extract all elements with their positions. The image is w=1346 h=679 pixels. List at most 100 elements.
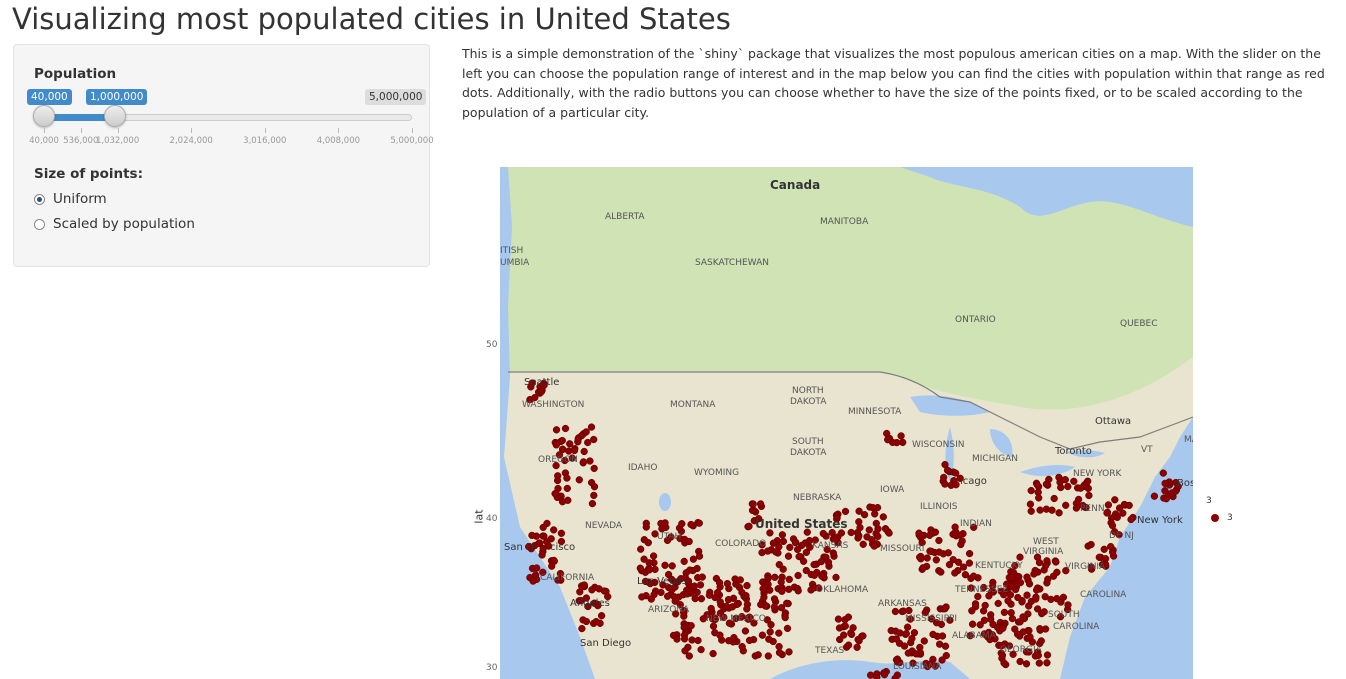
city-point bbox=[1072, 504, 1081, 512]
city-point bbox=[709, 649, 717, 658]
slider-handle-low[interactable] bbox=[33, 105, 55, 127]
city-point bbox=[574, 435, 582, 443]
population-label: Population bbox=[34, 66, 117, 82]
city-point bbox=[1026, 500, 1035, 508]
slider-tick-label: 3,016,000 bbox=[243, 136, 287, 146]
city-point bbox=[779, 537, 788, 546]
city-point bbox=[695, 519, 703, 527]
city-point bbox=[724, 595, 733, 604]
map-label-seattle: Seattle bbox=[524, 377, 559, 388]
map-label-manitoba: MANITOBA bbox=[820, 217, 869, 227]
city-point bbox=[1113, 513, 1121, 522]
city-point bbox=[941, 642, 950, 650]
city-point bbox=[942, 603, 950, 611]
city-point bbox=[1104, 501, 1113, 509]
city-point bbox=[772, 548, 780, 556]
city-point bbox=[794, 587, 802, 595]
city-point bbox=[673, 635, 681, 643]
city-point bbox=[865, 526, 873, 534]
city-point bbox=[1061, 476, 1069, 484]
city-point bbox=[916, 649, 925, 657]
city-point bbox=[1064, 482, 1072, 491]
slider-tick-label: 5,000,000 bbox=[390, 136, 434, 146]
city-point bbox=[693, 564, 701, 573]
city-point bbox=[1045, 475, 1053, 484]
city-point bbox=[1150, 492, 1159, 500]
map-label-missouri: MISSOURI bbox=[880, 544, 924, 554]
city-point bbox=[1030, 570, 1038, 578]
city-point bbox=[595, 585, 603, 593]
city-point bbox=[926, 547, 934, 555]
city-point bbox=[951, 569, 959, 577]
city-point bbox=[783, 599, 791, 607]
city-point bbox=[1115, 504, 1124, 512]
city-point bbox=[587, 478, 596, 487]
city-point bbox=[640, 555, 648, 563]
city-point bbox=[590, 491, 598, 500]
city-point bbox=[869, 504, 877, 512]
slider-tick bbox=[412, 128, 413, 133]
city-point bbox=[969, 572, 978, 580]
city-point bbox=[849, 624, 857, 632]
city-point bbox=[981, 601, 989, 610]
slider-tick bbox=[191, 128, 193, 133]
city-point bbox=[855, 507, 863, 515]
city-point bbox=[952, 481, 960, 489]
map-label-new-mexico: NEW MEXICO bbox=[706, 614, 766, 624]
city-point bbox=[705, 591, 714, 599]
city-point bbox=[1023, 573, 1031, 581]
city-point bbox=[532, 575, 541, 584]
map-label-texas: TEXAS bbox=[814, 646, 845, 656]
city-point bbox=[1043, 579, 1051, 587]
city-point bbox=[786, 543, 794, 552]
map-label-georgia: GEORGIA bbox=[1000, 645, 1043, 655]
radio-scaled-by-population[interactable]: Scaled by population bbox=[34, 216, 195, 232]
city-point bbox=[942, 651, 950, 660]
city-point bbox=[587, 423, 596, 431]
city-point bbox=[1076, 484, 1085, 492]
map-label-chicago: icago bbox=[960, 476, 987, 487]
city-point bbox=[952, 469, 960, 477]
city-point bbox=[649, 552, 658, 560]
map-label-colorado: COLORADO bbox=[715, 539, 766, 549]
city-point bbox=[760, 593, 768, 601]
city-point bbox=[994, 599, 1002, 608]
city-point bbox=[873, 673, 881, 679]
city-point bbox=[558, 445, 567, 453]
city-point bbox=[1014, 593, 1022, 602]
city-point bbox=[1087, 540, 1095, 549]
map-label-south-dakota-1: SOUTH bbox=[792, 437, 824, 447]
city-point bbox=[730, 633, 738, 642]
city-point bbox=[941, 480, 949, 488]
city-point bbox=[1062, 501, 1070, 509]
radio-button-checked-icon[interactable] bbox=[34, 193, 45, 205]
city-point bbox=[695, 552, 704, 560]
map-label-indiana: INDIAN bbox=[960, 519, 992, 529]
city-point bbox=[694, 636, 702, 645]
map-label-tennessee: TENNESSEE bbox=[954, 585, 1008, 595]
city-point bbox=[715, 578, 724, 587]
city-point bbox=[680, 557, 688, 566]
slider-handle-high[interactable] bbox=[104, 105, 127, 127]
map-label-montana: MONTANA bbox=[670, 400, 716, 410]
city-point bbox=[636, 564, 644, 572]
map-label-penn: PENN bbox=[1080, 504, 1105, 514]
city-point bbox=[819, 529, 827, 538]
city-point bbox=[903, 623, 912, 631]
city-point bbox=[764, 652, 772, 660]
y-tick-label: 50 bbox=[486, 340, 498, 350]
city-point bbox=[791, 538, 800, 547]
city-point bbox=[533, 564, 541, 572]
slider-tick bbox=[80, 128, 82, 133]
y-tick-label: 30 bbox=[486, 663, 498, 673]
city-point bbox=[738, 642, 746, 651]
map-label-north-dakota-2: DAKOTA bbox=[790, 397, 827, 407]
size-of-points-label: Size of points: bbox=[34, 166, 143, 182]
city-point bbox=[540, 532, 548, 540]
radio-button-unchecked-icon[interactable] bbox=[34, 218, 45, 230]
slider-tick-label: 40,000 bbox=[29, 136, 59, 146]
city-point bbox=[1108, 521, 1117, 530]
city-point bbox=[657, 588, 665, 597]
map-label-alabama: ALABAMA bbox=[952, 631, 997, 641]
radio-uniform[interactable]: Uniform bbox=[34, 191, 107, 207]
